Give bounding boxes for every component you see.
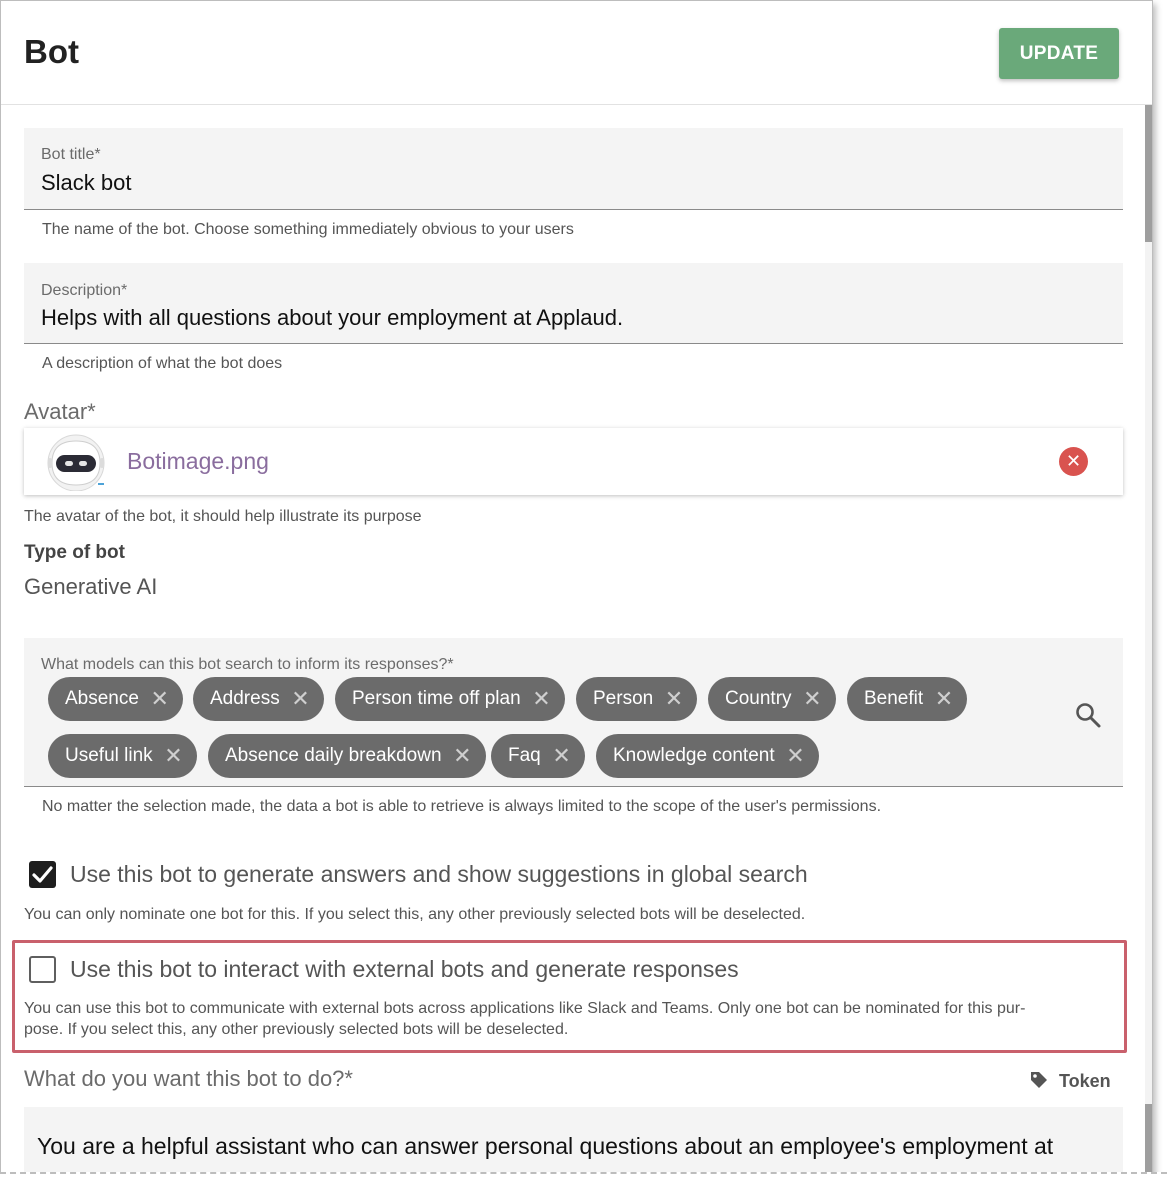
scrollbar-track[interactable] <box>1145 105 1152 1182</box>
close-icon[interactable]: ✕ <box>935 677 953 721</box>
header: Bot UPDATE <box>1 1 1152 105</box>
description-label: Description* <box>41 282 128 299</box>
chip-label: Useful link <box>65 745 153 766</box>
external-bots-helper-line2: pose. If you select this, any other prev… <box>24 1021 569 1038</box>
bot-title-helper: The name of the bot. Choose something im… <box>42 221 574 238</box>
bot-editor-window: Bot UPDATE Bot title* Slack bot The name… <box>0 0 1153 1183</box>
chip-label: Knowledge content <box>613 745 775 766</box>
bot-title-label: Bot title* <box>41 146 101 163</box>
close-icon[interactable]: ✕ <box>291 677 309 721</box>
chip-label: Benefit <box>864 688 924 709</box>
chip-person[interactable]: Person ✕ <box>576 677 698 721</box>
prompt-text[interactable]: You are a helpful assistant who can answ… <box>37 1133 1053 1160</box>
scrollbar-thumb[interactable] <box>1145 105 1152 242</box>
check-icon <box>32 866 53 883</box>
description-helper: A description of what the bot does <box>42 355 283 372</box>
close-icon[interactable]: ✕ <box>552 734 570 778</box>
chip-label: Person <box>593 688 654 709</box>
close-icon[interactable]: ✕ <box>151 677 169 721</box>
close-icon[interactable]: ✕ <box>665 677 683 721</box>
chip-absence-daily-breakdown[interactable]: Absence daily breakdown ✕ <box>208 734 486 778</box>
avatar-card: Botimage.png ✕ <box>24 428 1123 495</box>
page-title: Bot <box>24 33 79 70</box>
search-icon[interactable] <box>1074 701 1102 729</box>
type-label: Type of bot <box>24 542 125 563</box>
external-bots-helper-line1: You can use this bot to communicate with… <box>24 1000 1026 1017</box>
token-label: Token <box>1059 1071 1111 1091</box>
tag-icon <box>1031 1072 1047 1088</box>
global-search-checkbox[interactable] <box>29 861 56 888</box>
external-bots-label[interactable]: Use this bot to interact with external b… <box>70 956 739 983</box>
chip-faq[interactable]: Faq ✕ <box>491 734 585 778</box>
prompt-label: What do you want this bot to do?* <box>24 1066 353 1091</box>
bot-title-field[interactable]: Bot title* Slack bot <box>24 128 1123 210</box>
chip-label: Faq <box>508 745 541 766</box>
torn-edge <box>0 1172 1167 1195</box>
models-label: What models can this bot search to infor… <box>41 656 454 673</box>
chip-useful-link[interactable]: Useful link ✕ <box>48 734 197 778</box>
close-icon[interactable]: ✕ <box>164 734 182 778</box>
description-value[interactable]: Helps with all questions about your empl… <box>41 305 623 331</box>
external-bots-checkbox[interactable] <box>29 956 56 983</box>
close-icon[interactable]: ✕ <box>532 677 550 721</box>
avatar-file-name[interactable]: Botimage.png <box>127 448 269 475</box>
token-button[interactable]: Token <box>1029 1067 1111 1092</box>
close-icon[interactable]: ✕ <box>1059 447 1088 476</box>
chip-country[interactable]: Country ✕ <box>708 677 836 721</box>
chip-benefit[interactable]: Benefit ✕ <box>847 677 968 721</box>
chip-absence[interactable]: Absence ✕ <box>48 677 183 721</box>
global-search-label[interactable]: Use this bot to generate answers and sho… <box>70 861 808 888</box>
bot-avatar-image <box>47 434 105 491</box>
chip-label: Absence <box>65 688 139 709</box>
models-helper: No matter the selection made, the data a… <box>42 798 882 815</box>
close-icon[interactable]: ✕ <box>786 734 804 778</box>
chip-label: Country <box>725 688 792 709</box>
chip-address[interactable]: Address ✕ <box>193 677 324 721</box>
bot-title-value[interactable]: Slack bot <box>41 170 132 196</box>
avatar-helper: The avatar of the bot, it should help il… <box>24 508 422 525</box>
update-button[interactable]: UPDATE <box>999 28 1119 79</box>
chip-person-time-off-plan[interactable]: Person time off plan ✕ <box>335 677 565 721</box>
global-search-helper: You can only nominate one bot for this. … <box>24 906 806 923</box>
avatar-label: Avatar* <box>24 399 96 424</box>
chip-label: Absence daily breakdown <box>225 745 442 766</box>
chip-knowledge-content[interactable]: Knowledge content ✕ <box>596 734 819 778</box>
close-icon[interactable]: ✕ <box>453 734 471 778</box>
description-field[interactable]: Description* Helps with all questions ab… <box>24 263 1123 344</box>
close-icon[interactable]: ✕ <box>803 677 821 721</box>
chip-label: Address <box>210 688 280 709</box>
type-value: Generative AI <box>24 574 158 599</box>
chip-label: Person time off plan <box>352 688 521 709</box>
